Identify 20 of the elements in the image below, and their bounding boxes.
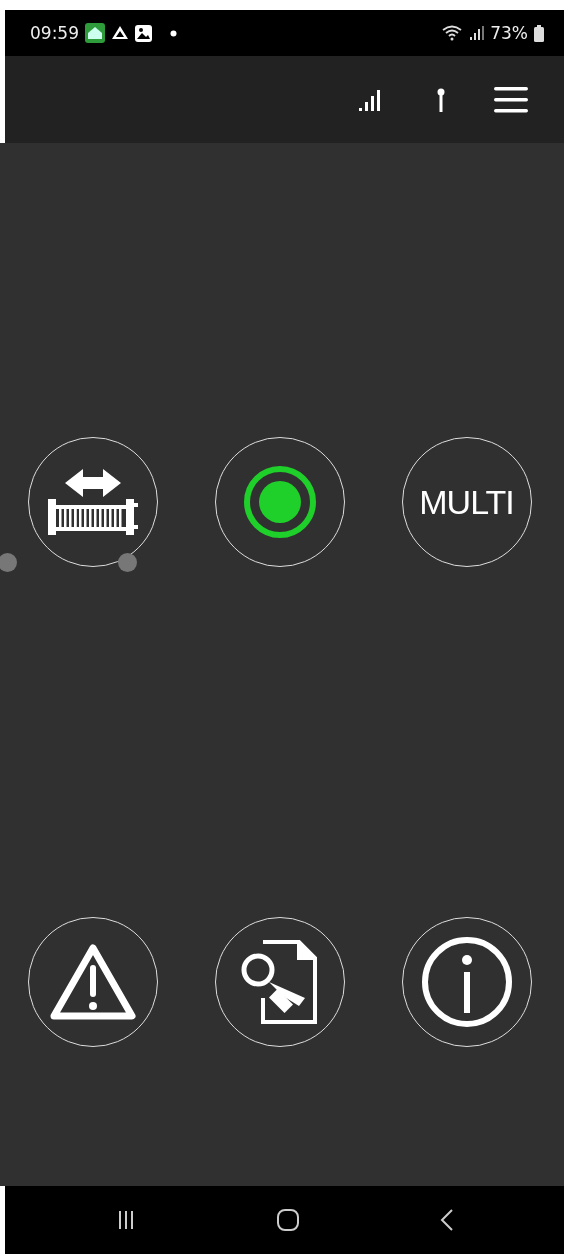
image-icon: [135, 24, 152, 42]
home-icon[interactable]: [276, 1209, 299, 1231]
indicator-dot: [118, 553, 137, 572]
clock: 09:59: [30, 23, 79, 43]
drive-icon: [111, 24, 129, 42]
signal-strength-icon[interactable]: [359, 87, 383, 112]
signal-icon: [470, 26, 485, 40]
status-indicator-icon: [241, 464, 318, 540]
sliding-gate-icon: [45, 469, 140, 535]
dot-icon: [170, 29, 177, 37]
antenna-icon[interactable]: [436, 87, 446, 112]
indicator-dot: [0, 553, 17, 572]
back-icon[interactable]: [439, 1209, 454, 1231]
document-search-icon: [240, 940, 319, 1024]
battery-icon: [534, 24, 544, 42]
home-app-icon: [85, 23, 105, 43]
info-icon: [420, 936, 513, 1028]
warning-icon: [49, 944, 136, 1020]
battery-level: 73%: [490, 23, 528, 43]
menu-icon[interactable]: [494, 86, 528, 113]
